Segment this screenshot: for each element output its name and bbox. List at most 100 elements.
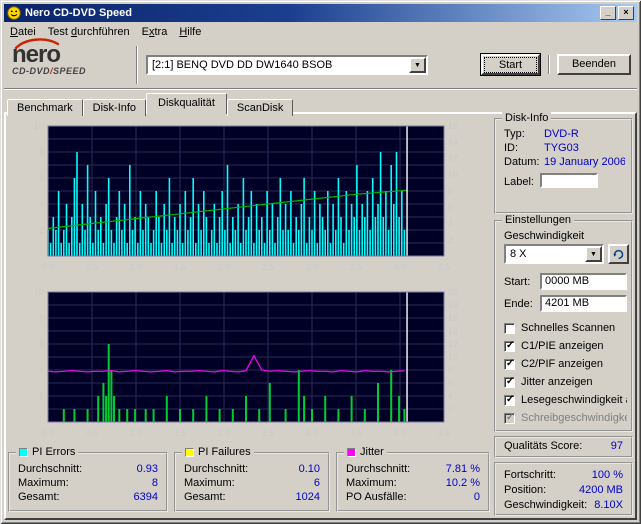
svg-text:6: 6 bbox=[39, 173, 44, 183]
svg-text:12: 12 bbox=[448, 154, 458, 164]
svg-text:10: 10 bbox=[34, 287, 44, 297]
jitter-average-value: 7.81 % bbox=[445, 463, 480, 475]
jitter-maximum-value: 10.2 % bbox=[445, 477, 480, 489]
svg-text:2.0: 2.0 bbox=[218, 428, 231, 438]
svg-text:18: 18 bbox=[448, 300, 458, 310]
checkbox-box: ✓ bbox=[504, 412, 515, 424]
refresh-speed-button[interactable] bbox=[608, 244, 629, 264]
app-window: Nero CD-DVD Speed _ × Datei Test durchfü… bbox=[0, 0, 641, 524]
checkbox-box[interactable]: ✓ bbox=[504, 340, 515, 352]
tab-benchmark[interactable]: Benchmark bbox=[7, 99, 83, 116]
svg-text:4.0: 4.0 bbox=[394, 262, 407, 272]
svg-text:3.0: 3.0 bbox=[306, 428, 319, 438]
label-field[interactable] bbox=[540, 173, 598, 188]
einstellungen-legend: Einstellungen bbox=[502, 214, 575, 226]
svg-text:12: 12 bbox=[448, 339, 458, 349]
tab-disk-info[interactable]: Disk-Info bbox=[82, 99, 147, 116]
pie-average-value: 0.93 bbox=[136, 463, 158, 475]
svg-text:10: 10 bbox=[34, 121, 44, 131]
svg-text:14: 14 bbox=[448, 326, 458, 336]
svg-text:2: 2 bbox=[39, 391, 44, 401]
pi-errors-panel: PI Errors Durchschnitt: 0.93 Maximum: 8 Ge… bbox=[8, 446, 168, 512]
pif-average-value: 0.10 bbox=[298, 463, 320, 475]
start-mb-field[interactable]: 0000 MB bbox=[540, 273, 627, 290]
svg-text:2: 2 bbox=[39, 225, 44, 235]
separator bbox=[548, 55, 550, 74]
tab-diskqualitaet[interactable]: Diskqualität bbox=[146, 93, 227, 114]
svg-text:1.5: 1.5 bbox=[174, 262, 187, 272]
svg-text:8: 8 bbox=[39, 147, 44, 157]
drive-select[interactable]: [2:1] BENQ DVD DD DW1640 BSOB ▼ bbox=[146, 55, 428, 75]
svg-text:4.5: 4.5 bbox=[438, 262, 451, 272]
svg-text:16: 16 bbox=[448, 313, 458, 323]
checkbox-c2-pif-anzeigen[interactable]: ✓ C2/PIF anzeigen bbox=[504, 358, 627, 372]
disk-type-value: DVD-R bbox=[544, 128, 579, 140]
menubar: Datei Test durchführen Extra Hilfe bbox=[4, 23, 637, 40]
ende-mb-field[interactable]: 4201 MB bbox=[540, 295, 627, 312]
pi-failures-color-swatch bbox=[185, 447, 194, 457]
checkbox-box[interactable] bbox=[504, 323, 515, 334]
pie-maximum-value: 8 bbox=[151, 477, 158, 489]
pi-errors-panel-title: PI Errors bbox=[32, 446, 76, 458]
progress-group: Fortschritt: 100 % Position: 4200 MB Ges… bbox=[494, 462, 633, 516]
separator bbox=[136, 46, 138, 84]
separator bbox=[4, 88, 637, 90]
checkbox-schnelles-scannen[interactable]: Schnelles Scannen bbox=[504, 322, 627, 336]
checkbox-box[interactable]: ✓ bbox=[504, 376, 515, 388]
svg-text:10: 10 bbox=[448, 170, 458, 180]
close-button[interactable]: × bbox=[618, 6, 634, 20]
svg-text:4: 4 bbox=[39, 365, 44, 375]
svg-text:16: 16 bbox=[448, 121, 458, 131]
pi-errors-chart: 2 4 6 8 10 2 4 6 8 10 12 14 16 0.0 0.5 1.0 1.5 2.0 2.5 3.0 3… bbox=[34, 121, 458, 272]
svg-text:2.0: 2.0 bbox=[218, 262, 231, 272]
start-button[interactable]: Start bbox=[481, 54, 540, 75]
svg-text:2: 2 bbox=[448, 404, 453, 414]
tab-scandisk[interactable]: ScanDisk bbox=[226, 99, 294, 116]
svg-text:8: 8 bbox=[39, 313, 44, 323]
svg-text:4: 4 bbox=[448, 391, 453, 401]
flame-icon bbox=[14, 38, 60, 49]
speed-select[interactable]: 8 X ▼ bbox=[504, 244, 604, 264]
disk-date-value: 19 January 2006 bbox=[544, 156, 625, 168]
svg-text:1.5: 1.5 bbox=[174, 428, 187, 438]
svg-text:8: 8 bbox=[448, 365, 453, 375]
checkbox-lesegeschwindigkeit[interactable]: ✓ Lesegeschwindigkeit a bbox=[504, 394, 627, 408]
quality-score-group: Qualitäts Score: 97 bbox=[494, 436, 633, 458]
svg-text:8: 8 bbox=[448, 186, 453, 196]
svg-text:10: 10 bbox=[448, 352, 458, 362]
disk-info-group: Disk-Info Typ: DVD-R ID: TYG03 Datum: 19 Ja… bbox=[494, 112, 633, 214]
titlebar: Nero CD-DVD Speed _ × bbox=[4, 4, 637, 22]
menu-extra[interactable]: Extra bbox=[136, 24, 174, 40]
position-value: 4200 MB bbox=[578, 484, 623, 496]
drive-select-arrow-button[interactable]: ▼ bbox=[409, 57, 426, 73]
jitter-color-swatch bbox=[347, 447, 356, 457]
svg-text:3.5: 3.5 bbox=[350, 262, 363, 272]
speed-select-arrow-button[interactable]: ▼ bbox=[585, 246, 602, 262]
pi-errors-color-swatch bbox=[19, 447, 28, 457]
fortschritt-value: 100 % bbox=[591, 469, 623, 481]
jitter-panel: Jitter Durchschnitt: 7.81 % Maximum: 10.2 … bbox=[336, 446, 490, 512]
checkbox-box[interactable]: ✓ bbox=[504, 394, 515, 406]
menu-hilfe[interactable]: Hilfe bbox=[173, 24, 207, 40]
chevron-down-icon: ▼ bbox=[590, 251, 597, 258]
svg-text:4: 4 bbox=[39, 199, 44, 209]
svg-text:6: 6 bbox=[448, 202, 453, 212]
checkbox-jitter-anzeigen[interactable]: ✓ Jitter anzeigen bbox=[504, 376, 627, 390]
checkbox-box[interactable]: ✓ bbox=[504, 358, 515, 370]
pi-failures-panel-title: PI Failures bbox=[198, 446, 251, 458]
svg-text:2.5: 2.5 bbox=[262, 428, 275, 438]
svg-text:6: 6 bbox=[39, 339, 44, 349]
svg-text:3.0: 3.0 bbox=[306, 262, 319, 272]
nero-logo: nero CD-DVD/SPEED bbox=[12, 38, 130, 76]
einstellungen-group: Einstellungen Geschwindigkeit 8 X ▼ Star… bbox=[494, 214, 633, 432]
beenden-button[interactable]: Beenden bbox=[557, 54, 631, 75]
speed-select-value: 8 X bbox=[510, 248, 527, 260]
pie-total-value: 6394 bbox=[133, 491, 158, 503]
svg-text:14: 14 bbox=[448, 137, 458, 147]
minimize-button[interactable]: _ bbox=[600, 6, 616, 20]
svg-text:0.5: 0.5 bbox=[86, 262, 99, 272]
checkbox-c1-pie-anzeigen[interactable]: ✓ C1/PIE anzeigen bbox=[504, 340, 627, 354]
disk-info-legend: Disk-Info bbox=[502, 112, 552, 124]
svg-text:4: 4 bbox=[448, 219, 453, 229]
window-buttons: _ × bbox=[600, 6, 634, 20]
